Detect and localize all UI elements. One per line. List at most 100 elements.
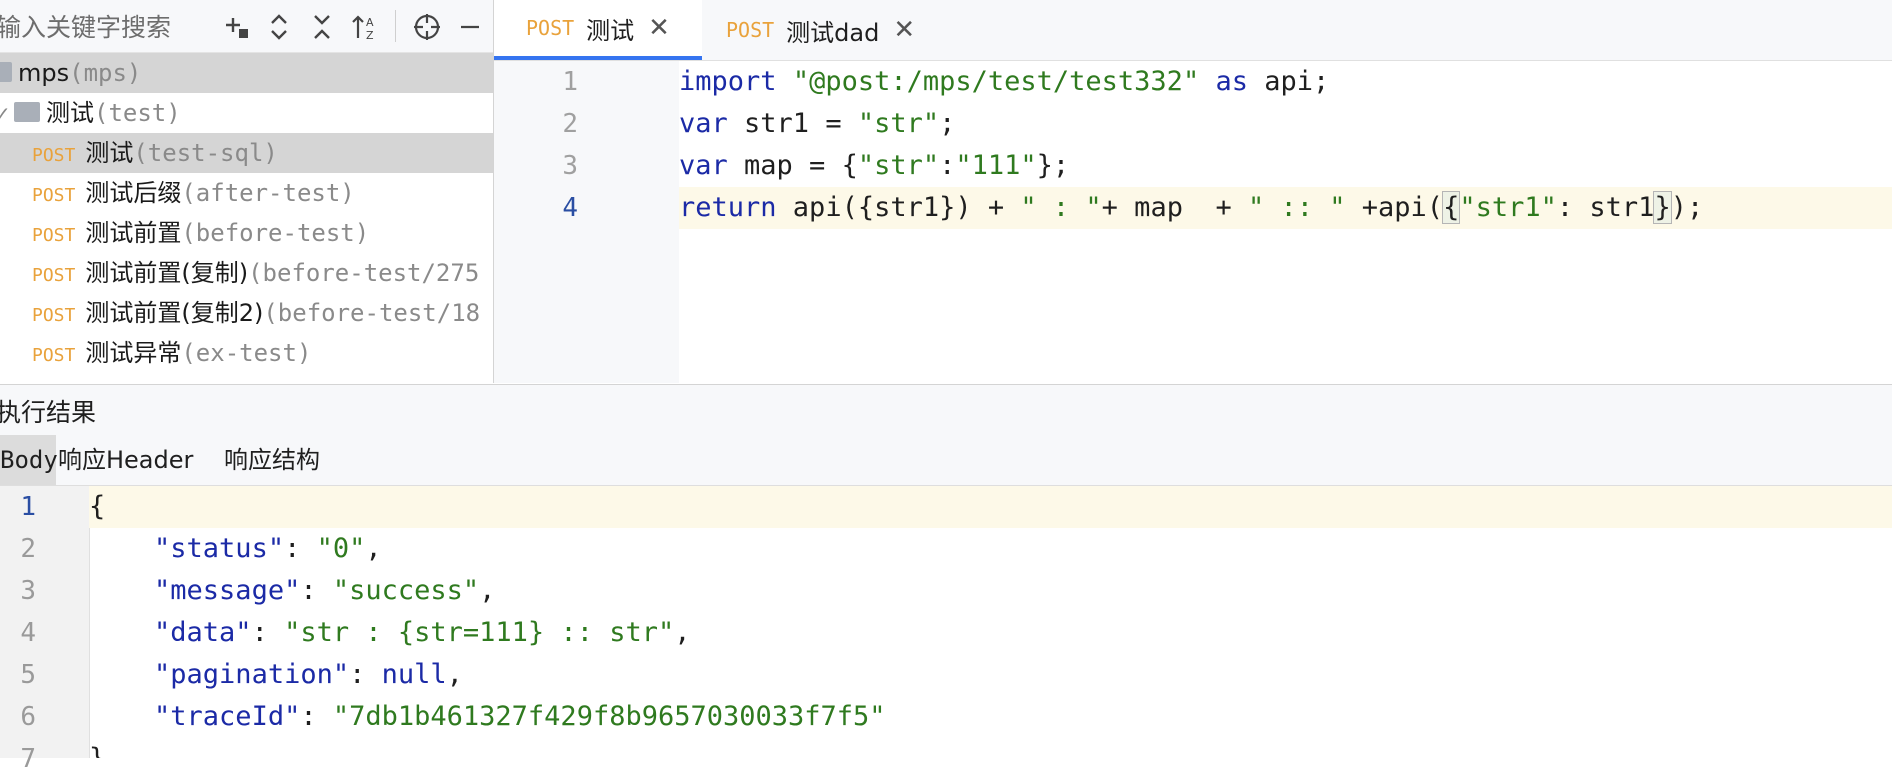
line-number: 3 bbox=[562, 151, 578, 181]
json-line: } bbox=[89, 738, 1892, 758]
tree-folder-test[interactable]: ✓ 测试(test) bbox=[0, 93, 493, 133]
locate-icon[interactable] bbox=[410, 10, 444, 44]
response-body-viewer[interactable]: { "status": "0", "message": "success", "… bbox=[89, 486, 1892, 758]
expand-collapse-icon[interactable] bbox=[262, 10, 296, 44]
code-text: +api( bbox=[1345, 192, 1444, 223]
tree-item-name: mps bbox=[18, 59, 70, 87]
code-text: ); bbox=[1670, 192, 1704, 223]
method-badge: POST bbox=[32, 145, 76, 166]
tree-item-api[interactable]: POST 测试异常(ex-test) bbox=[0, 333, 493, 373]
code-text: api({str1}) + bbox=[776, 192, 1021, 223]
line-number: 1 bbox=[562, 67, 578, 97]
close-icon[interactable]: ✕ bbox=[648, 13, 670, 43]
code-text: map = { bbox=[727, 150, 858, 181]
matched-bracket: } bbox=[1653, 191, 1672, 224]
json-value: "str : {str=111} :: str" bbox=[284, 617, 675, 648]
tree-item-path: (test) bbox=[94, 99, 181, 127]
matched-bracket: { bbox=[1442, 191, 1461, 224]
tree-item-api[interactable]: POST 测试(test-sql) bbox=[0, 133, 493, 173]
api-tree-sidebar: AZ mps(mps) ✓测试(test) POST 测试(test-sql) P… bbox=[0, 0, 494, 383]
json-value: null bbox=[381, 659, 447, 690]
tab-label: 测试dad bbox=[786, 18, 880, 47]
keyword: import bbox=[679, 66, 777, 97]
minimize-icon[interactable] bbox=[453, 10, 487, 44]
string-literal: " : " bbox=[1020, 192, 1102, 223]
json-line: "traceId": "7db1b461327f429f8b9657030033… bbox=[154, 701, 886, 732]
line-number: 5 bbox=[20, 660, 36, 690]
string-literal: "str" bbox=[857, 108, 940, 139]
code-text: ; bbox=[939, 108, 956, 139]
json-line: "data": "str : {str=111} :: str", bbox=[154, 617, 691, 648]
code-text: str1 = bbox=[727, 108, 858, 139]
tree-item-name: 测试 bbox=[85, 139, 134, 167]
line-number: 1 bbox=[20, 492, 36, 522]
line-number: 2 bbox=[562, 109, 578, 139]
keyword: var bbox=[679, 108, 728, 139]
code-text: }; bbox=[1036, 150, 1070, 181]
line-number: 6 bbox=[20, 702, 36, 732]
code-line: import "@post:/mps/test/test332" as api; bbox=[679, 61, 1892, 103]
sort-icon[interactable]: AZ bbox=[348, 10, 382, 44]
tree-group-mps[interactable]: mps(mps) bbox=[0, 53, 493, 93]
tree-item-path: (before-test/18 bbox=[263, 299, 481, 327]
tree-item-path: (test-sql) bbox=[133, 139, 278, 167]
keyword: return bbox=[679, 192, 777, 223]
json-brace: } bbox=[89, 743, 105, 758]
method-badge: POST bbox=[32, 265, 76, 286]
close-icon[interactable]: ✕ bbox=[893, 15, 915, 45]
json-brace: { bbox=[89, 491, 106, 522]
add-icon[interactable] bbox=[220, 10, 254, 44]
tab-test[interactable]: POST 测试 ✕ bbox=[494, 0, 702, 60]
collapse-all-icon[interactable] bbox=[305, 10, 339, 44]
line-number: 7 bbox=[20, 744, 36, 774]
json-value: "7db1b461327f429f8b9657030033f7f5" bbox=[332, 701, 886, 732]
json-value: "0" bbox=[316, 533, 366, 564]
tab-label: 测试 bbox=[586, 16, 635, 45]
tree-item-path: (before-test) bbox=[181, 219, 370, 247]
code-line-current: return api({str1}) + " : "+ map + " :: "… bbox=[679, 187, 1892, 229]
json-key: "pagination" bbox=[154, 659, 350, 690]
code-line: var map = {"str":"111"}; bbox=[679, 145, 1892, 187]
tab-label: 响应Header bbox=[58, 446, 194, 474]
string-literal: "@post:/mps/test/test332" bbox=[792, 66, 1200, 97]
tree-item-api[interactable]: POST 测试前置(复制)(before-test/275 bbox=[0, 253, 493, 293]
chevron-down-icon[interactable]: ✓ bbox=[0, 94, 14, 134]
json-key: "status" bbox=[154, 533, 285, 564]
results-gutter: 1 2 3 4 5 6 7 bbox=[0, 486, 90, 774]
search-input[interactable] bbox=[0, 8, 188, 46]
string-literal: " :: " bbox=[1247, 192, 1346, 223]
results-tab-bar: Body 响应Header 响应结构 bbox=[0, 435, 1892, 486]
method-badge: POST bbox=[32, 305, 76, 326]
tab-label: 响应结构 bbox=[224, 446, 320, 474]
results-panel-header: 执行结果 bbox=[0, 384, 1892, 436]
line-number: 3 bbox=[20, 576, 36, 606]
keyword: as bbox=[1215, 66, 1248, 97]
toolbar-divider bbox=[395, 10, 396, 42]
folder-icon bbox=[14, 102, 40, 122]
string-literal: "111" bbox=[955, 150, 1037, 181]
code-line: var str1 = "str"; bbox=[679, 103, 1892, 145]
method-badge: POST bbox=[32, 225, 76, 246]
tree-item-path: (before-test/275 bbox=[248, 259, 480, 287]
tree-item-name: 测试前置(复制2) bbox=[85, 299, 264, 327]
script-editor: POST 测试 ✕ POST 测试dad ✕ 1 2 3 4 import "@post… bbox=[494, 0, 1892, 383]
keyword: var bbox=[679, 150, 728, 181]
json-line-current: { bbox=[89, 486, 1892, 528]
tree-item-api[interactable]: POST 测试前置(复制2)(before-test/18 bbox=[0, 293, 493, 333]
svg-text:Z: Z bbox=[366, 29, 374, 42]
json-key: "traceId" bbox=[154, 701, 301, 732]
editor-gutter: 1 2 3 4 bbox=[494, 61, 679, 383]
tree-item-name: 测试后缀 bbox=[85, 179, 182, 207]
tab-response-structure[interactable]: 响应结构 bbox=[208, 435, 336, 485]
json-line: "status": "0", bbox=[154, 533, 382, 564]
line-number: 4 bbox=[562, 193, 578, 223]
tree-item-api[interactable]: POST 测试前置(before-test) bbox=[0, 213, 493, 253]
tree-item-name: 测试异常 bbox=[85, 339, 182, 367]
tab-testdad[interactable]: POST 测试dad ✕ bbox=[694, 0, 947, 60]
tree-item-api[interactable]: POST 测试后缀(after-test) bbox=[0, 173, 493, 213]
editor-tab-bar: POST 测试 ✕ POST 测试dad ✕ bbox=[494, 0, 1892, 61]
line-number: 4 bbox=[20, 618, 36, 648]
code-area[interactable]: import "@post:/mps/test/test332" as api;… bbox=[679, 61, 1892, 383]
tab-response-header[interactable]: 响应Header bbox=[42, 435, 209, 485]
method-badge: POST bbox=[726, 18, 775, 42]
